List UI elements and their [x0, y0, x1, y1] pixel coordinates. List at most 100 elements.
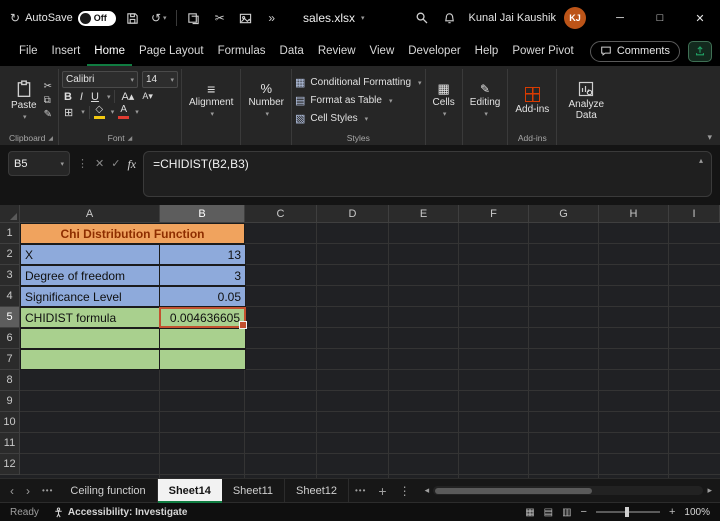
menu-power-pivot[interactable]: Power Pivot	[505, 36, 580, 66]
sheet-nav-left-icon[interactable]: ‹	[4, 484, 20, 498]
name-box[interactable]: B5 ▾	[8, 151, 70, 176]
col-header-E[interactable]: E	[389, 205, 459, 223]
zoom-in-icon[interactable]: +	[669, 506, 675, 518]
copy-icon[interactable]	[185, 6, 203, 30]
user-name[interactable]: Kunal Jai Kaushik	[469, 12, 556, 24]
cut-icon[interactable]: ✂	[211, 6, 229, 30]
italic-button[interactable]: I	[78, 91, 85, 103]
row-header-5[interactable]: 5	[0, 307, 20, 328]
formula-input[interactable]: =CHIDIST(B2,B3) ▴	[143, 151, 712, 197]
conditional-formatting-button[interactable]: ▦ Conditional Formatting ▾	[295, 74, 422, 91]
cells-dropdown-icon[interactable]: ▾	[443, 110, 447, 118]
sheet-options-icon[interactable]: ⋮	[393, 484, 417, 498]
paste-dropdown-icon[interactable]: ▾	[23, 113, 27, 121]
tab-sheet11[interactable]: Sheet11	[222, 478, 285, 503]
select-all-corner[interactable]	[0, 205, 20, 223]
row-header-4[interactable]: 4	[0, 286, 20, 307]
copy-ribbon-icon[interactable]: ⧉	[44, 95, 52, 106]
col-header-A[interactable]: A	[20, 205, 160, 223]
page-break-view-icon[interactable]: ▥	[562, 507, 571, 518]
maximize-button[interactable]: □	[640, 0, 680, 36]
col-header-C[interactable]: C	[245, 205, 317, 223]
scroll-left-icon[interactable]: ◂	[425, 485, 430, 496]
tab-sheet14[interactable]: Sheet14	[157, 478, 222, 503]
editing-dropdown-icon[interactable]: ▾	[484, 110, 488, 118]
cells-area[interactable]: Chi Distribution Function X 13 Degree of…	[20, 223, 720, 478]
row-header-2[interactable]: 2	[0, 244, 20, 265]
row-header-8[interactable]: 8	[0, 370, 20, 391]
row-header-6[interactable]: 6	[0, 328, 20, 349]
sheet-list-icon[interactable]: •••	[36, 486, 59, 495]
cell-B7[interactable]	[159, 349, 246, 370]
zoom-out-icon[interactable]: −	[581, 506, 587, 518]
menu-review[interactable]: Review	[311, 36, 363, 66]
cell-B4[interactable]: 0.05	[159, 286, 246, 307]
borders-dropdown-icon[interactable]: ▾	[81, 108, 85, 116]
borders-button[interactable]: ⊞	[62, 106, 75, 119]
number-dropdown-icon[interactable]: ▾	[265, 110, 269, 118]
collapse-ribbon-icon[interactable]: ▾	[707, 132, 712, 143]
menu-view[interactable]: View	[363, 36, 402, 66]
cell-B5-selected[interactable]: 0.004636605	[159, 307, 247, 329]
cell-B3[interactable]: 3	[159, 265, 246, 286]
row-header-10[interactable]: 10	[0, 412, 20, 433]
menu-insert[interactable]: Insert	[45, 36, 88, 66]
cell-A1-title[interactable]: Chi Distribution Function	[20, 223, 245, 244]
menu-help[interactable]: Help	[468, 36, 506, 66]
search-icon[interactable]	[413, 6, 431, 30]
row-header-9[interactable]: 9	[0, 391, 20, 412]
normal-view-icon[interactable]: ▦	[525, 507, 534, 518]
font-size-select[interactable]: 14 ▾	[141, 71, 178, 88]
menu-home[interactable]: Home	[87, 36, 132, 66]
cell-A6[interactable]	[20, 328, 160, 349]
cell-B6[interactable]	[159, 328, 246, 349]
alignment-dropdown-icon[interactable]: ▾	[210, 110, 214, 118]
fill-color-dropdown-icon[interactable]: ▾	[111, 108, 115, 116]
minimize-button[interactable]: ─	[600, 0, 640, 36]
format-as-table-button[interactable]: ▤ Format as Table ▾	[295, 92, 422, 109]
tab-sheet12[interactable]: Sheet12	[285, 478, 349, 503]
zoom-knob[interactable]	[625, 507, 630, 517]
cell-A7[interactable]	[20, 349, 160, 370]
cancel-icon[interactable]: ✕	[95, 151, 104, 170]
alignment-button[interactable]: ≡ Alignment ▾	[185, 70, 237, 131]
format-painter-icon[interactable]: ✎	[44, 109, 52, 120]
more-quick-access-icon[interactable]: »	[263, 6, 281, 30]
analyze-data-button[interactable]: Analyze Data	[560, 70, 612, 131]
avatar[interactable]: KJ	[564, 7, 586, 29]
undo-dropdown-icon[interactable]: ▾	[163, 14, 167, 22]
new-sheet-icon[interactable]: +	[372, 483, 392, 499]
bold-button[interactable]: B	[62, 91, 74, 103]
cell-A5[interactable]: CHIDIST formula	[20, 307, 160, 328]
number-format-button[interactable]: % Number ▾	[244, 70, 288, 131]
sheet-nav-right-icon[interactable]: ›	[20, 484, 36, 498]
more-sheets-icon[interactable]: •••	[349, 486, 372, 495]
clipboard-dialog-launcher-icon[interactable]: ◢	[48, 135, 53, 142]
font-color-button[interactable]: A	[118, 105, 130, 119]
cut-ribbon-icon[interactable]: ✂	[44, 81, 52, 92]
cell-A2[interactable]: X	[20, 244, 160, 265]
paste-button[interactable]: Paste ▾	[7, 70, 41, 131]
menu-data[interactable]: Data	[273, 36, 311, 66]
menu-formulas[interactable]: Formulas	[211, 36, 273, 66]
file-name[interactable]: sales.xlsx ▾	[303, 0, 365, 36]
editing-button[interactable]: ✎ Editing ▾	[466, 70, 505, 131]
col-header-G[interactable]: G	[529, 205, 599, 223]
autosave-toggle[interactable]: ↻ AutoSave Off	[10, 10, 116, 26]
cell-A3[interactable]: Degree of freedom	[20, 265, 160, 286]
cell-B2[interactable]: 13	[159, 244, 246, 265]
row-header-1[interactable]: 1	[0, 223, 20, 244]
row-header-12[interactable]: 12	[0, 454, 20, 475]
scrollbar-thumb[interactable]	[435, 487, 592, 494]
page-layout-view-icon[interactable]: ▤	[544, 507, 553, 518]
font-name-select[interactable]: Calibri ▾	[61, 71, 138, 88]
picture-icon[interactable]	[237, 6, 255, 30]
fill-color-button[interactable]: ◇	[93, 105, 105, 119]
col-header-B[interactable]: B	[160, 205, 245, 223]
formula-bar-handle[interactable]: ⋮	[77, 151, 88, 170]
zoom-slider[interactable]	[595, 507, 660, 517]
row-header-11[interactable]: 11	[0, 433, 20, 454]
horizontal-scrollbar[interactable]: ◂ ▸	[425, 485, 712, 496]
scroll-right-icon[interactable]: ▸	[707, 485, 712, 496]
cells-button[interactable]: ▦ Cells ▾	[429, 70, 459, 131]
